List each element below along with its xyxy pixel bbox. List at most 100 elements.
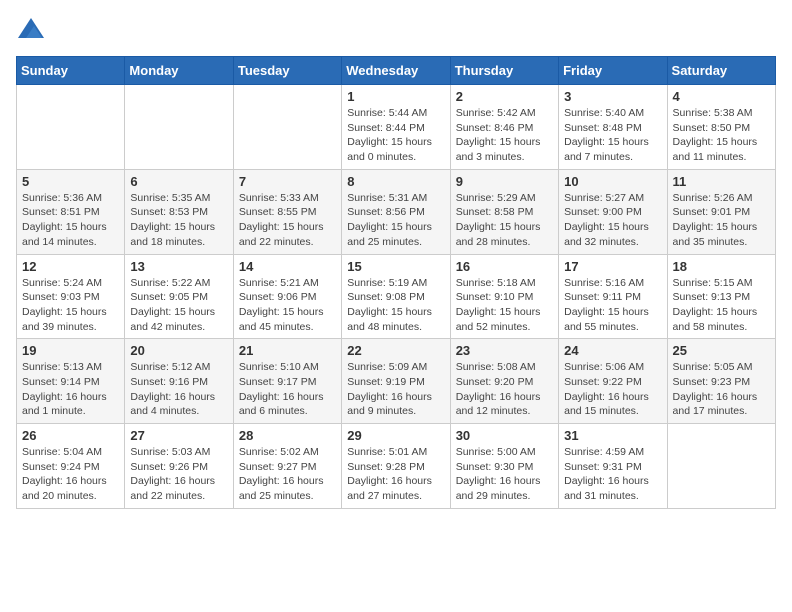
calendar-cell: 17 Sunrise: 5:16 AM Sunset: 9:11 PM Dayli…: [559, 254, 667, 339]
calendar-cell: [17, 85, 125, 170]
calendar-cell: 12 Sunrise: 5:24 AM Sunset: 9:03 PM Dayli…: [17, 254, 125, 339]
day-number: 2: [456, 89, 553, 104]
calendar-cell: [125, 85, 233, 170]
day-number: 9: [456, 174, 553, 189]
day-number: 27: [130, 428, 227, 443]
day-info: Sunrise: 5:36 AM Sunset: 8:51 PM Dayligh…: [22, 191, 119, 250]
calendar-cell: 23 Sunrise: 5:08 AM Sunset: 9:20 PM Dayli…: [450, 339, 558, 424]
day-number: 3: [564, 89, 661, 104]
calendar-cell: 2 Sunrise: 5:42 AM Sunset: 8:46 PM Daylig…: [450, 85, 558, 170]
day-info: Sunrise: 5:26 AM Sunset: 9:01 PM Dayligh…: [673, 191, 770, 250]
day-number: 8: [347, 174, 444, 189]
calendar-cell: 25 Sunrise: 5:05 AM Sunset: 9:23 PM Dayli…: [667, 339, 775, 424]
day-info: Sunrise: 5:08 AM Sunset: 9:20 PM Dayligh…: [456, 360, 553, 419]
day-number: 25: [673, 343, 770, 358]
day-number: 30: [456, 428, 553, 443]
weekday-header: Saturday: [667, 57, 775, 85]
day-number: 7: [239, 174, 336, 189]
calendar-cell: 20 Sunrise: 5:12 AM Sunset: 9:16 PM Dayli…: [125, 339, 233, 424]
logo-icon: [16, 16, 46, 46]
calendar-cell: 27 Sunrise: 5:03 AM Sunset: 9:26 PM Dayli…: [125, 424, 233, 509]
day-info: Sunrise: 5:03 AM Sunset: 9:26 PM Dayligh…: [130, 445, 227, 504]
calendar-cell: 13Sunrise: 5:22 AM Sunset: 9:05 PM Dayli…: [125, 254, 233, 339]
calendar-cell: 28Sunrise: 5:02 AM Sunset: 9:27 PM Dayli…: [233, 424, 341, 509]
day-info: Sunrise: 5:19 AM Sunset: 9:08 PM Dayligh…: [347, 276, 444, 335]
calendar-week-row: 5 Sunrise: 5:36 AM Sunset: 8:51 PM Daylig…: [17, 169, 776, 254]
day-number: 6: [130, 174, 227, 189]
weekday-header: Tuesday: [233, 57, 341, 85]
calendar-cell: 6 Sunrise: 5:35 AM Sunset: 8:53 PM Daylig…: [125, 169, 233, 254]
calendar-cell: 18 Sunrise: 5:15 AM Sunset: 9:13 PM Dayli…: [667, 254, 775, 339]
day-number: 28: [239, 428, 336, 443]
weekday-header: Friday: [559, 57, 667, 85]
calendar-cell: 24Sunrise: 5:06 AM Sunset: 9:22 PM Dayli…: [559, 339, 667, 424]
calendar-cell: 29 Sunrise: 5:01 AM Sunset: 9:28 PM Dayli…: [342, 424, 450, 509]
calendar-cell: 9 Sunrise: 5:29 AM Sunset: 8:58 PM Daylig…: [450, 169, 558, 254]
calendar-cell: 19Sunrise: 5:13 AM Sunset: 9:14 PM Dayli…: [17, 339, 125, 424]
day-number: 5: [22, 174, 119, 189]
day-info: Sunrise: 5:21 AM Sunset: 9:06 PM Dayligh…: [239, 276, 336, 335]
day-number: 31: [564, 428, 661, 443]
calendar-cell: 8 Sunrise: 5:31 AM Sunset: 8:56 PM Daylig…: [342, 169, 450, 254]
weekday-header: Thursday: [450, 57, 558, 85]
day-number: 18: [673, 259, 770, 274]
day-info: Sunrise: 5:10 AM Sunset: 9:17 PM Dayligh…: [239, 360, 336, 419]
calendar-cell: 1 Sunrise: 5:44 AM Sunset: 8:44 PM Daylig…: [342, 85, 450, 170]
day-info: Sunrise: 5:44 AM Sunset: 8:44 PM Dayligh…: [347, 106, 444, 165]
day-number: 21: [239, 343, 336, 358]
calendar-week-row: 26 Sunrise: 5:04 AM Sunset: 9:24 PM Dayli…: [17, 424, 776, 509]
day-info: Sunrise: 5:05 AM Sunset: 9:23 PM Dayligh…: [673, 360, 770, 419]
day-info: Sunrise: 5:16 AM Sunset: 9:11 PM Dayligh…: [564, 276, 661, 335]
logo: [16, 16, 50, 46]
day-info: Sunrise: 5:38 AM Sunset: 8:50 PM Dayligh…: [673, 106, 770, 165]
day-number: 13: [130, 259, 227, 274]
day-number: 26: [22, 428, 119, 443]
day-number: 1: [347, 89, 444, 104]
day-info: Sunrise: 5:04 AM Sunset: 9:24 PM Dayligh…: [22, 445, 119, 504]
calendar-week-row: 12 Sunrise: 5:24 AM Sunset: 9:03 PM Dayli…: [17, 254, 776, 339]
day-info: Sunrise: 5:31 AM Sunset: 8:56 PM Dayligh…: [347, 191, 444, 250]
calendar-cell: 4 Sunrise: 5:38 AM Sunset: 8:50 PM Daylig…: [667, 85, 775, 170]
weekday-header: Sunday: [17, 57, 125, 85]
calendar-cell: 26 Sunrise: 5:04 AM Sunset: 9:24 PM Dayli…: [17, 424, 125, 509]
calendar-cell: 7 Sunrise: 5:33 AM Sunset: 8:55 PM Daylig…: [233, 169, 341, 254]
calendar-week-row: 1 Sunrise: 5:44 AM Sunset: 8:44 PM Daylig…: [17, 85, 776, 170]
day-number: 12: [22, 259, 119, 274]
day-info: Sunrise: 5:00 AM Sunset: 9:30 PM Dayligh…: [456, 445, 553, 504]
calendar-cell: 22Sunrise: 5:09 AM Sunset: 9:19 PM Dayli…: [342, 339, 450, 424]
day-info: Sunrise: 5:12 AM Sunset: 9:16 PM Dayligh…: [130, 360, 227, 419]
day-number: 29: [347, 428, 444, 443]
calendar-cell: 16Sunrise: 5:18 AM Sunset: 9:10 PM Dayli…: [450, 254, 558, 339]
calendar-cell: [233, 85, 341, 170]
day-info: Sunrise: 5:35 AM Sunset: 8:53 PM Dayligh…: [130, 191, 227, 250]
day-info: Sunrise: 5:09 AM Sunset: 9:19 PM Dayligh…: [347, 360, 444, 419]
calendar-cell: 14 Sunrise: 5:21 AM Sunset: 9:06 PM Dayli…: [233, 254, 341, 339]
day-number: 17: [564, 259, 661, 274]
day-info: Sunrise: 5:29 AM Sunset: 8:58 PM Dayligh…: [456, 191, 553, 250]
day-info: Sunrise: 5:24 AM Sunset: 9:03 PM Dayligh…: [22, 276, 119, 335]
calendar-cell: 30 Sunrise: 5:00 AM Sunset: 9:30 PM Dayli…: [450, 424, 558, 509]
day-number: 23: [456, 343, 553, 358]
day-number: 14: [239, 259, 336, 274]
calendar-cell: 31 Sunrise: 4:59 AM Sunset: 9:31 PM Dayli…: [559, 424, 667, 509]
calendar-cell: [667, 424, 775, 509]
day-number: 11: [673, 174, 770, 189]
day-info: Sunrise: 5:42 AM Sunset: 8:46 PM Dayligh…: [456, 106, 553, 165]
day-number: 16: [456, 259, 553, 274]
day-info: Sunrise: 5:06 AM Sunset: 9:22 PM Dayligh…: [564, 360, 661, 419]
calendar-cell: 5 Sunrise: 5:36 AM Sunset: 8:51 PM Daylig…: [17, 169, 125, 254]
weekday-header: Monday: [125, 57, 233, 85]
day-number: 4: [673, 89, 770, 104]
calendar-table: SundayMondayTuesdayWednesdayThursdayFrid…: [16, 56, 776, 509]
weekday-header: Wednesday: [342, 57, 450, 85]
day-number: 20: [130, 343, 227, 358]
calendar-week-row: 19Sunrise: 5:13 AM Sunset: 9:14 PM Dayli…: [17, 339, 776, 424]
day-info: Sunrise: 5:15 AM Sunset: 9:13 PM Dayligh…: [673, 276, 770, 335]
day-info: Sunrise: 4:59 AM Sunset: 9:31 PM Dayligh…: [564, 445, 661, 504]
day-info: Sunrise: 5:27 AM Sunset: 9:00 PM Dayligh…: [564, 191, 661, 250]
day-number: 19: [22, 343, 119, 358]
day-info: Sunrise: 5:33 AM Sunset: 8:55 PM Dayligh…: [239, 191, 336, 250]
day-info: Sunrise: 5:01 AM Sunset: 9:28 PM Dayligh…: [347, 445, 444, 504]
calendar-cell: 3Sunrise: 5:40 AM Sunset: 8:48 PM Daylig…: [559, 85, 667, 170]
page-header: [16, 16, 776, 46]
